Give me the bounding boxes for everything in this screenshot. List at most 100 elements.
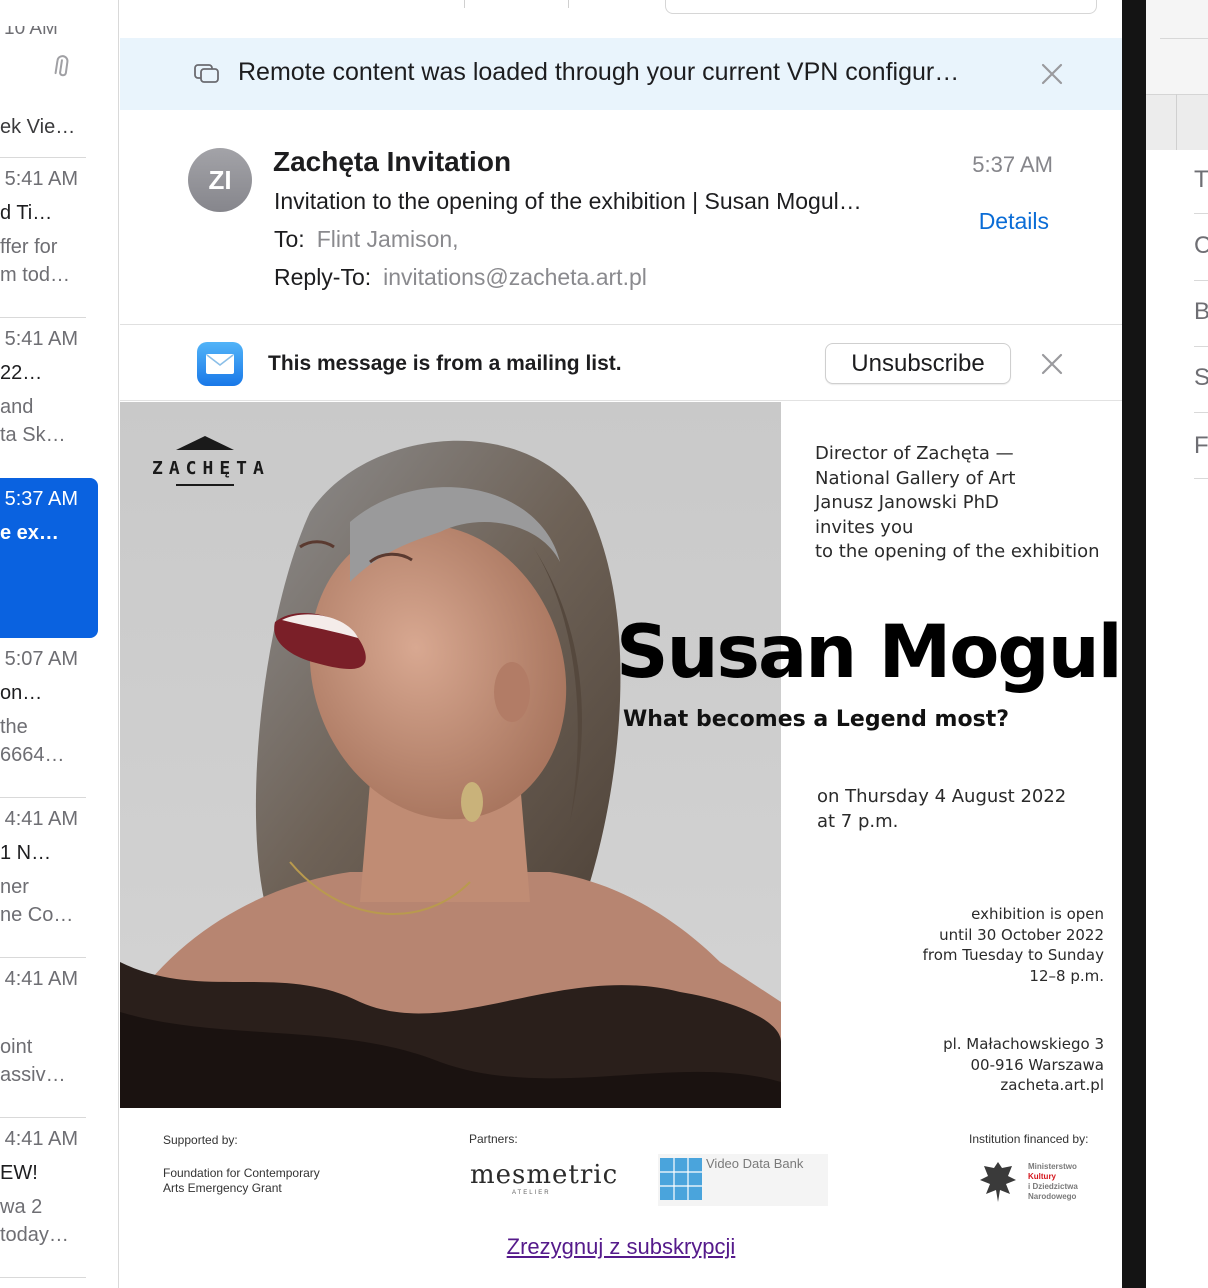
message-subject: d Ti… — [0, 202, 53, 224]
gallery-address: pl. Małachowskiego 3 00-916 Warszawa zac… — [943, 1034, 1104, 1096]
artist-portrait-photo — [120, 402, 781, 1108]
toolbar-strip — [1146, 94, 1208, 150]
message-preview: oint — [0, 1036, 33, 1058]
invite-line: to the opening of the exhibition — [815, 541, 1100, 562]
adjacent-list-item[interactable]: B — [1194, 298, 1208, 326]
logo-underline — [176, 484, 234, 486]
message-time: 5:41 AM — [4, 168, 78, 190]
supported-by-label: Supported by: — [163, 1133, 238, 1147]
unsubscribe-link[interactable]: Zrezygnuj z subskrypcji — [120, 1234, 1122, 1260]
ministry-line: Ministerstwo — [1028, 1162, 1077, 1171]
message-preview: assiv… — [0, 1064, 66, 1086]
message-list-item[interactable]: 5:41 AM d Ti… ffer for m tod… — [0, 158, 98, 318]
message-subject: 1 N… — [0, 842, 52, 864]
polish-eagle-emblem-icon — [980, 1162, 1016, 1202]
message-time-fragment: 10 AM — [4, 18, 58, 39]
window-divider — [1122, 0, 1146, 1288]
message-list-item-selected[interactable]: 5:37 AM e ex… — [0, 478, 98, 638]
supporter-line: Arts Emergency Grant — [163, 1181, 282, 1195]
mailing-list-banner: This message is from a mailing list. Uns… — [120, 326, 1122, 401]
message-list-item[interactable]: 4:41 AM 1 N… ner ne Co… — [0, 798, 98, 958]
time-line: at 7 p.m. — [817, 811, 899, 832]
mail-app-window: 10 AM ek Vie… 5:41 AM d Ti… ffer for m t… — [0, 0, 1208, 1288]
message-preview: ta Sk… — [0, 424, 66, 446]
list-separator — [1194, 280, 1208, 281]
message-list-item[interactable]: 5:07 AM on… the 6664… — [0, 638, 98, 798]
opening-hours: exhibition is open until 30 October 2022… — [923, 904, 1104, 986]
ministry-line: i Dziedzictwa — [1028, 1182, 1078, 1191]
invite-line: National Gallery of Art — [815, 467, 1016, 489]
opening-date: on Thursday 4 August 2022 at 7 p.m. — [817, 784, 1066, 834]
ministry-name: Ministerstwo Kultury i Dziedzictwa Narod… — [1028, 1162, 1078, 1202]
partners-label: Partners: — [469, 1132, 518, 1146]
mail-envelope-icon — [197, 342, 243, 386]
avatar: ZI — [188, 148, 252, 212]
message-time: 4:41 AM — [4, 1128, 78, 1150]
list-separator — [0, 1277, 86, 1278]
toolbar-line — [1160, 38, 1208, 39]
message-preview: m tod… — [0, 264, 71, 286]
to-row: To: Flint Jamison, — [274, 226, 459, 253]
address-line: 00-916 Warszawa — [970, 1055, 1104, 1074]
vdb-name: Video Data Bank — [706, 1156, 804, 1171]
vpn-remote-content-banner: Remote content was loaded through your c… — [120, 38, 1122, 110]
video-data-bank-logo: Video Data Bank — [658, 1154, 828, 1206]
mesmetric-sublabel: ATELIER — [512, 1190, 551, 1196]
message-subject: on… — [0, 682, 43, 704]
supporter-name: Foundation for Contemporary Arts Emergen… — [163, 1166, 320, 1196]
close-icon[interactable] — [1038, 60, 1066, 88]
toolbar — [120, 0, 1122, 38]
financed-by-label: Institution financed by: — [969, 1132, 1089, 1146]
invitation-text: Director of Zachęta — National Gallery o… — [815, 442, 1100, 565]
message-subject: 22… — [0, 362, 43, 384]
message-list-item[interactable]: 4:41 AM EW! wa 2 today… — [0, 1118, 98, 1278]
message-list-item[interactable]: 4:41 AM oint assiv… — [0, 958, 98, 1118]
mesmetric-logo: mesmetric — [470, 1160, 619, 1190]
paperclip-icon — [45, 51, 80, 90]
sender-name[interactable]: Zachęta Invitation — [273, 146, 511, 178]
reply-to-row: Reply-To: invitations@zacheta.art.pl — [274, 264, 647, 291]
mailing-list-text: This message is from a mailing list. — [268, 352, 622, 375]
hours-line: 12–8 p.m. — [1029, 966, 1104, 985]
ministry-line: Kultury — [1028, 1172, 1056, 1181]
website-line[interactable]: zacheta.art.pl — [943, 1075, 1104, 1096]
unsubscribe-button[interactable]: Unsubscribe — [825, 343, 1011, 384]
adjacent-list-item[interactable]: T — [1194, 166, 1208, 194]
message-reading-pane: Remote content was loaded through your c… — [120, 0, 1122, 1288]
details-link[interactable]: Details — [979, 208, 1049, 235]
reply-to-label: Reply-To: — [274, 264, 372, 290]
message-subject-fragment: ek Vie… — [0, 116, 76, 138]
roof-logo-mark — [176, 436, 234, 450]
message-subject-line: Invitation to the opening of the exhibit… — [274, 188, 862, 214]
message-list: 10 AM ek Vie… 5:41 AM d Ti… ffer for m t… — [0, 0, 119, 1288]
invitation-poster: ZACHĘTA Director of Zachęta — National G… — [120, 402, 1122, 1108]
message-preview: wa 2 — [0, 1196, 43, 1218]
exhibition-title: What becomes a Legend most? — [623, 707, 1009, 732]
invite-line: Director of Zachęta — — [815, 443, 1014, 464]
adjacent-list-item[interactable]: S — [1194, 364, 1208, 392]
search-field[interactable] — [665, 0, 1097, 14]
adjacent-list-item[interactable]: C — [1194, 232, 1208, 260]
message-time: 5:37 AM — [4, 488, 78, 510]
ministry-line: Narodowego — [1028, 1192, 1077, 1201]
message-preview: ffer for — [0, 236, 58, 258]
close-icon[interactable] — [1038, 350, 1066, 378]
adjacent-list-item[interactable]: F — [1194, 432, 1208, 460]
list-separator — [1194, 412, 1208, 413]
message-preview: ner — [0, 876, 29, 898]
invite-line: invites you — [815, 516, 914, 538]
message-preview: and — [0, 396, 34, 418]
recipient-name[interactable]: Flint Jamison, — [317, 226, 459, 252]
logo-wordmark: ZACHĘTA — [152, 458, 270, 479]
to-label: To: — [274, 226, 305, 252]
reply-to-address[interactable]: invitations@zacheta.art.pl — [383, 264, 647, 290]
vpn-banner-text: Remote content was loaded through your c… — [238, 58, 960, 86]
list-separator — [1194, 478, 1208, 479]
message-time: 4:41 AM — [4, 808, 78, 830]
message-list-item[interactable]: 5:41 AM 22… and ta Sk… — [0, 318, 98, 478]
message-header: ZI Zachęta Invitation Invitation to the … — [120, 110, 1122, 325]
hours-line: from Tuesday to Sunday — [922, 946, 1104, 964]
adjacent-window-toolbar — [1146, 0, 1208, 150]
artist-name: Susan Mogul — [616, 610, 1122, 695]
adjacent-window: T C B S F — [1146, 0, 1208, 1288]
